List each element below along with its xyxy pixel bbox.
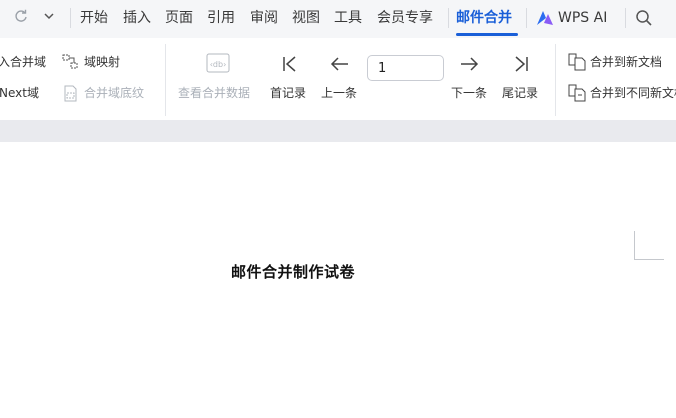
tab-tools[interactable]: 工具 <box>334 9 362 27</box>
first-record-icon <box>281 55 299 77</box>
next-record-button[interactable]: 下一条 <box>451 86 487 101</box>
view-merged-data-button[interactable]: 查看合并数据 <box>178 86 250 101</box>
wps-ai-button[interactable]: WPS AI <box>558 9 607 27</box>
tab-home[interactable]: 开始 <box>80 9 108 27</box>
merge-to-new-doc-button[interactable]: 合并到新文档 <box>590 55 662 70</box>
last-record-icon <box>512 55 530 77</box>
svg-text:‹db›: ‹db› <box>210 60 227 69</box>
document-title: 邮件合并制作试卷 <box>231 263 356 281</box>
merged-data-icon: ‹db› <box>206 53 230 77</box>
first-record-button[interactable]: 首记录 <box>270 86 306 101</box>
ribbon-separator <box>555 44 556 116</box>
menu-separator <box>448 8 449 28</box>
tab-page[interactable]: 页面 <box>165 9 193 27</box>
next-field-button[interactable]: Next域 <box>0 86 39 101</box>
last-record-button[interactable]: 尾记录 <box>502 86 538 101</box>
merge-to-different-doc-button[interactable]: 合并到不同新文档 <box>590 86 676 101</box>
insert-merge-field-button[interactable]: 入合并域 <box>0 55 46 70</box>
tab-references[interactable]: 引用 <box>207 9 235 27</box>
field-shading-button[interactable]: 合并域底纹 <box>84 86 144 101</box>
record-number-input[interactable]: 1 <box>367 55 444 81</box>
arrow-left-icon <box>330 55 350 77</box>
tab-review[interactable]: 审阅 <box>250 9 278 27</box>
tab-view[interactable]: 视图 <box>292 9 320 27</box>
tab-mail-merge[interactable]: 邮件合并 <box>456 9 512 27</box>
menu-bar: 开始 插入 页面 引用 审阅 视图 工具 会员专享 邮件合并 WPS AI <box>0 0 676 38</box>
menu-separator <box>526 8 527 28</box>
chevron-down-icon[interactable] <box>42 9 56 28</box>
field-mapping-icon <box>62 54 79 74</box>
merge-new-doc-icon <box>568 53 586 75</box>
wps-ai-icon <box>536 10 554 30</box>
active-tab-indicator <box>456 33 518 36</box>
merge-different-doc-icon <box>568 84 586 106</box>
tab-insert[interactable]: 插入 <box>123 9 151 27</box>
field-mapping-button[interactable]: 域映射 <box>84 55 120 70</box>
menu-separator <box>625 8 626 28</box>
field-shading-icon <box>63 85 78 106</box>
search-icon[interactable] <box>635 9 653 31</box>
menu-separator <box>70 8 71 28</box>
ribbon-toolbar <box>0 38 676 120</box>
margin-corner-marker <box>634 231 664 260</box>
tab-member[interactable]: 会员专享 <box>377 9 433 27</box>
arrow-right-icon <box>459 55 479 77</box>
prev-record-button[interactable]: 上一条 <box>321 86 357 101</box>
document-gutter <box>0 120 676 142</box>
ribbon-separator <box>165 44 166 116</box>
redo-icon[interactable] <box>14 9 28 28</box>
